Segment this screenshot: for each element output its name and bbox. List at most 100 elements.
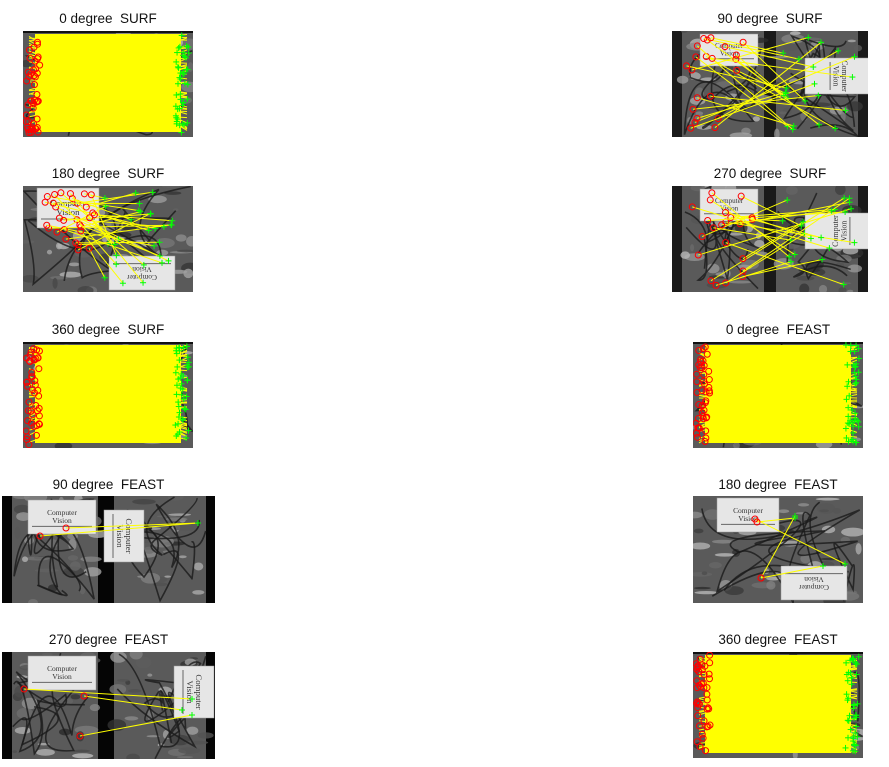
match-image: Computer Vision Computer Vision — [2, 496, 215, 603]
frame-edge — [693, 652, 863, 654]
texture-blob — [676, 75, 689, 84]
texture-blob — [193, 562, 204, 571]
panel-title: 0 degree SURF — [59, 11, 157, 26]
book-title-line2: Vision — [52, 516, 72, 525]
book-cover: ComputerVision — [103, 509, 145, 563]
texture-blob — [70, 694, 81, 700]
scene — [693, 652, 863, 758]
texture-blob — [183, 268, 193, 279]
book-title-line2: Vision — [115, 525, 125, 549]
texture-blob — [41, 652, 53, 657]
texture-blob — [89, 703, 101, 712]
panel-0deg-feast: 0 degree FEAST — [693, 321, 863, 449]
texture-blob — [847, 39, 856, 43]
book-cover: ComputerVision — [699, 33, 759, 67]
panel-270deg-surf: 270 degree SURF Computer Vision Computer Vi… — [672, 165, 868, 293]
panel-title: 90 degree SURF — [717, 11, 823, 26]
panel-title: 90 degree FEAST — [52, 477, 165, 492]
texture-blob — [14, 526, 21, 539]
match-image: Computer Vision Computer Vision — [672, 31, 868, 137]
panel-title: 360 degree FEAST — [718, 632, 838, 647]
texture-blob — [117, 679, 130, 682]
texture-blob — [815, 497, 840, 501]
panel-180deg-feast: 180 degree FEAST Computer Vision Computer V… — [693, 476, 863, 604]
panel-title: 360 degree SURF — [51, 322, 165, 337]
texture-blob — [690, 244, 695, 252]
match-image — [693, 342, 863, 448]
texture-blob — [176, 756, 194, 759]
texture-blob — [728, 280, 753, 284]
match-image: Computer Vision Computer Vision — [693, 496, 863, 603]
texture-blob — [67, 555, 79, 561]
panel-360deg-feast: 360 degree FEAST — [693, 631, 863, 761]
book-title-line2: Vision — [185, 681, 195, 705]
texture-blob — [12, 750, 17, 754]
scene: ComputerVisionComputerVision — [693, 496, 863, 603]
texture-blob — [178, 555, 187, 559]
panel-title: 180 degree FEAST — [718, 477, 838, 492]
panel-title: 0 degree FEAST — [725, 322, 831, 337]
texture-blob — [694, 591, 719, 595]
book-title-line2: Vision — [839, 221, 848, 242]
texture-blob — [72, 749, 91, 753]
texture-blob — [766, 580, 776, 590]
book-cover: ComputerVision — [780, 565, 848, 601]
scene — [23, 342, 193, 448]
scene — [693, 342, 863, 448]
texture-blob — [52, 277, 58, 289]
texture-blob — [853, 44, 863, 52]
frame-edge — [693, 342, 863, 344]
panel-title: 180 degree SURF — [51, 166, 165, 181]
texture-blob — [796, 275, 815, 281]
texture-blob — [197, 732, 214, 739]
match-image — [23, 342, 193, 448]
texture-blob — [69, 561, 81, 571]
panel-0deg-surf: 0 degree SURF — [23, 10, 193, 138]
texture-blob — [14, 726, 31, 735]
texture-blob — [797, 503, 810, 507]
book-title-line2: Vision — [832, 66, 841, 87]
scene — [23, 31, 193, 137]
texture-blob — [816, 503, 836, 514]
panel-title: 270 degree SURF — [713, 166, 827, 181]
scene: ComputerVisionComputerVision — [672, 31, 868, 137]
texture-blob — [128, 689, 142, 693]
texture-blob — [708, 562, 722, 569]
texture-blob — [164, 575, 171, 578]
texture-blob — [714, 553, 735, 557]
panel-270deg-feast: 270 degree FEAST Computer Vision Computer V… — [2, 631, 215, 761]
match-image — [693, 652, 863, 758]
texture-blob — [178, 747, 201, 754]
panel-90deg-surf: 90 degree SURF Computer Vision Computer Vis… — [672, 10, 868, 138]
frame-edge — [23, 31, 193, 33]
texture-blob — [855, 543, 862, 555]
texture-blob — [147, 673, 153, 677]
match-image: Computer Vision Computer Vision — [2, 652, 215, 759]
match-image: Computer Vision Computer Vision — [672, 186, 868, 292]
frame-edge — [23, 342, 193, 344]
texture-blob — [124, 716, 139, 721]
texture-blob — [173, 208, 179, 212]
scene: ComputerVisionComputerVision — [2, 652, 215, 759]
book-cover: ComputerVision — [108, 255, 176, 291]
texture-blob — [701, 571, 708, 576]
match-line — [75, 241, 160, 244]
match-image — [23, 31, 193, 137]
panel-180deg-surf: 180 degree SURF Computer Vision Computer Vi… — [23, 165, 193, 293]
match-image: Computer Vision Computer Vision — [23, 186, 193, 292]
texture-blob — [192, 590, 205, 595]
texture-blob — [789, 31, 801, 35]
texture-blob — [779, 111, 787, 115]
texture-blob — [777, 509, 790, 514]
book-title-line2: Vision — [52, 672, 72, 681]
panel-360deg-surf: 360 degree SURF — [23, 321, 193, 449]
texture-blob — [68, 262, 80, 267]
texture-blob — [46, 249, 53, 255]
texture-blob — [22, 556, 29, 563]
texture-blob — [693, 586, 711, 590]
book-cover: ComputerVision — [27, 499, 97, 535]
texture-blob — [132, 498, 156, 505]
texture-blob — [140, 572, 161, 584]
texture-blob — [693, 528, 704, 534]
panel-title: 270 degree FEAST — [48, 632, 169, 647]
